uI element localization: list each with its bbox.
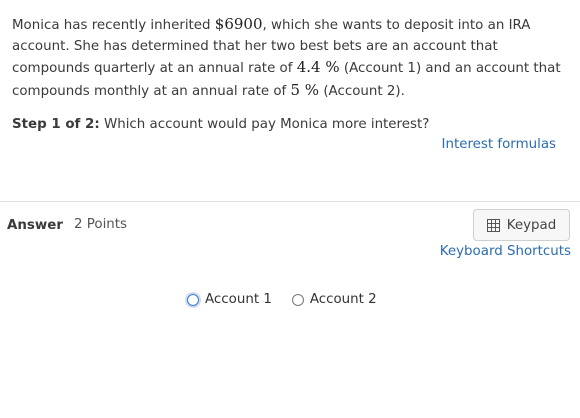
answer-options: Account 1 Account 2: [187, 292, 377, 307]
question-part-4: (Account 2).: [319, 83, 405, 99]
question-part-1: Monica has recently inherited: [12, 18, 215, 33]
rate-account-2: 5 %: [290, 80, 320, 99]
keypad-label: Keypad: [506, 217, 557, 233]
option-account-2[interactable]: Account 2: [291, 292, 377, 307]
rate-account-1: 4.4 %: [296, 58, 340, 76]
keyboard-shortcuts-link[interactable]: Keyboard Shortcuts: [440, 244, 571, 259]
points-label: 2 Points: [74, 217, 127, 232]
step-text: Which account would pay Monica more inte…: [99, 117, 430, 132]
interest-formulas-link[interactable]: Interest formulas: [442, 137, 556, 152]
answer-label: Answer: [7, 218, 63, 233]
divider: [0, 201, 580, 202]
step-prompt: Step 1 of 2: Which account would pay Mon…: [12, 117, 429, 132]
keypad-icon: [486, 218, 500, 232]
radio-account-1[interactable]: [187, 293, 199, 306]
question-text: Monica has recently inherited $6900, whi…: [12, 14, 567, 102]
option-label-account-2: Account 2: [309, 292, 377, 307]
amount-value: $6900: [214, 15, 263, 33]
radio-account-2[interactable]: [291, 293, 304, 306]
step-label: Step 1 of 2:: [12, 117, 100, 132]
option-label-account-1: Account 1: [205, 292, 272, 307]
option-account-1[interactable]: Account 1: [187, 292, 272, 307]
keypad-button[interactable]: Keypad: [473, 209, 570, 241]
